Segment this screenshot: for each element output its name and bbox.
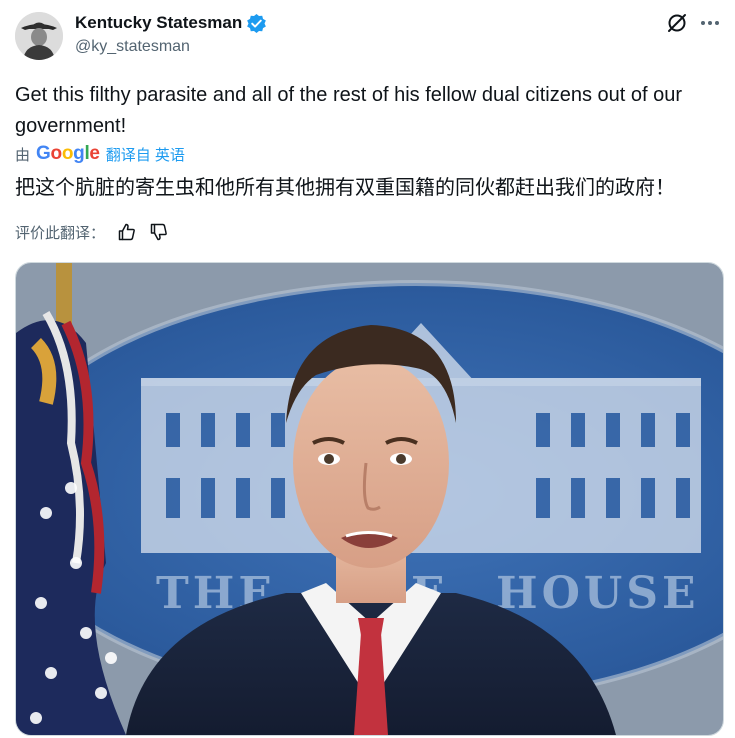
author-display-name[interactable]: Kentucky Statesman: [75, 13, 242, 33]
rate-translation-label: 评价此翻译：: [15, 223, 106, 242]
thumbs-down-icon[interactable]: [149, 222, 169, 242]
translated-from-link[interactable]: 翻译自 英语: [106, 144, 185, 165]
translated-by-label: 由: [15, 146, 31, 164]
thumbs-up-icon[interactable]: [117, 222, 137, 242]
author-handle[interactable]: @ky_statesman: [75, 38, 190, 56]
avatar[interactable]: [15, 12, 63, 60]
verified-badge-icon: [246, 13, 267, 34]
rate-translation: 评价此翻译：: [15, 220, 169, 244]
translated-text: 把这个肮脏的寄生虫和他所有其他拥有双重国籍的同伙都赶出我们的政府！: [15, 175, 675, 199]
more-icon[interactable]: [699, 12, 721, 34]
tweet-text: Get this filthy parasite and all of the …: [15, 84, 683, 137]
google-logo: Google: [36, 143, 100, 164]
tweet-media-photo[interactable]: THE HOUSE E: [15, 262, 724, 736]
grok-icon[interactable]: [666, 12, 688, 34]
svg-text:HOUSE: HOUSE: [496, 568, 700, 619]
translation-attribution: 由 Google 翻译自 英语: [15, 143, 185, 165]
